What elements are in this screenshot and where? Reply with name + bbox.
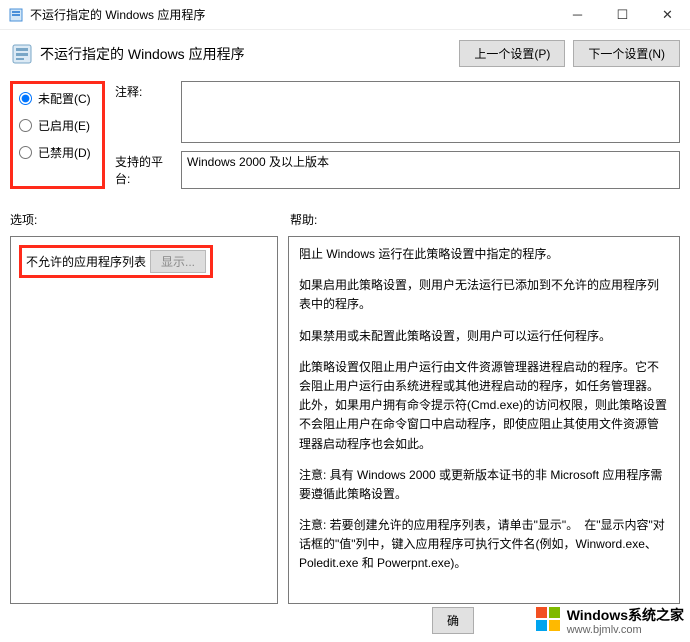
watermark-brand: Windows [567,607,628,623]
help-panel[interactable]: 阻止 Windows 运行在此策略设置中指定的程序。 如果启用此策略设置，则用户… [288,236,680,604]
top-section: 未配置(C) 已启用(E) 已禁用(D) 注释: 支持的平台: Windows … [0,73,690,193]
show-button[interactable]: 显示... [150,250,206,273]
radio-disabled[interactable]: 已禁用(D) [19,144,92,161]
disallowed-list-row: 不允许的应用程序列表 显示... [19,245,213,278]
supported-platforms-box: Windows 2000 及以上版本 [181,151,680,189]
radio-not-configured-label: 未配置(C) [38,90,91,107]
policy-header-icon [10,42,34,66]
header-row: 不运行指定的 Windows 应用程序 上一个设置(P) 下一个设置(N) [0,30,690,73]
disallowed-list-label: 不允许的应用程序列表 [26,253,146,270]
windows-logo-icon [535,606,561,638]
watermark-url: www.bjmlv.com [567,624,684,637]
watermark-tagline: 系统之家 [628,607,684,623]
ok-button[interactable]: 确 [432,607,474,634]
radio-enabled-input[interactable] [19,119,32,132]
window-controls: ─ ☐ ✕ [555,0,690,30]
radio-disabled-input[interactable] [19,146,32,159]
radio-enabled-label: 已启用(E) [38,117,90,134]
help-paragraph: 注意: 具有 Windows 2000 或更新版本证书的非 Microsoft … [299,466,669,504]
options-label: 选项: [10,211,290,228]
radio-not-configured-input[interactable] [19,92,32,105]
previous-setting-button[interactable]: 上一个设置(P) [459,40,565,67]
supported-label: 支持的平台: [115,151,175,187]
help-paragraph: 注意: 若要创建允许的应用程序列表，请单击"显示"。 在"显示内容"对话框的"值… [299,516,669,574]
minimize-button[interactable]: ─ [555,0,600,30]
help-paragraph: 如果禁用或未配置此策略设置，则用户可以运行任何程序。 [299,327,669,346]
titlebar: 不运行指定的 Windows 应用程序 ─ ☐ ✕ [0,0,690,30]
help-paragraph: 阻止 Windows 运行在此策略设置中指定的程序。 [299,245,669,264]
close-button[interactable]: ✕ [645,0,690,30]
window-title: 不运行指定的 Windows 应用程序 [30,6,555,23]
radio-enabled[interactable]: 已启用(E) [19,117,92,134]
comment-input[interactable] [181,81,680,143]
options-panel: 不允许的应用程序列表 显示... [10,236,278,604]
help-label: 帮助: [290,211,317,228]
maximize-button[interactable]: ☐ [600,0,645,30]
radio-disabled-label: 已禁用(D) [38,144,91,161]
state-radio-group: 未配置(C) 已启用(E) 已禁用(D) [10,81,105,189]
watermark: Windows系统之家 www.bjmlv.com [535,606,684,638]
help-paragraph: 此策略设置仅阻止用户运行由文件资源管理器进程启动的程序。它不会阻止用户运行由系统… [299,358,669,454]
help-paragraph: 如果启用此策略设置，则用户无法运行已添加到不允许的应用程序列表中的程序。 [299,276,669,314]
comment-label: 注释: [115,81,175,100]
next-setting-button[interactable]: 下一个设置(N) [573,40,680,67]
radio-not-configured[interactable]: 未配置(C) [19,90,92,107]
policy-icon [8,7,24,23]
header-title: 不运行指定的 Windows 应用程序 [40,44,459,64]
